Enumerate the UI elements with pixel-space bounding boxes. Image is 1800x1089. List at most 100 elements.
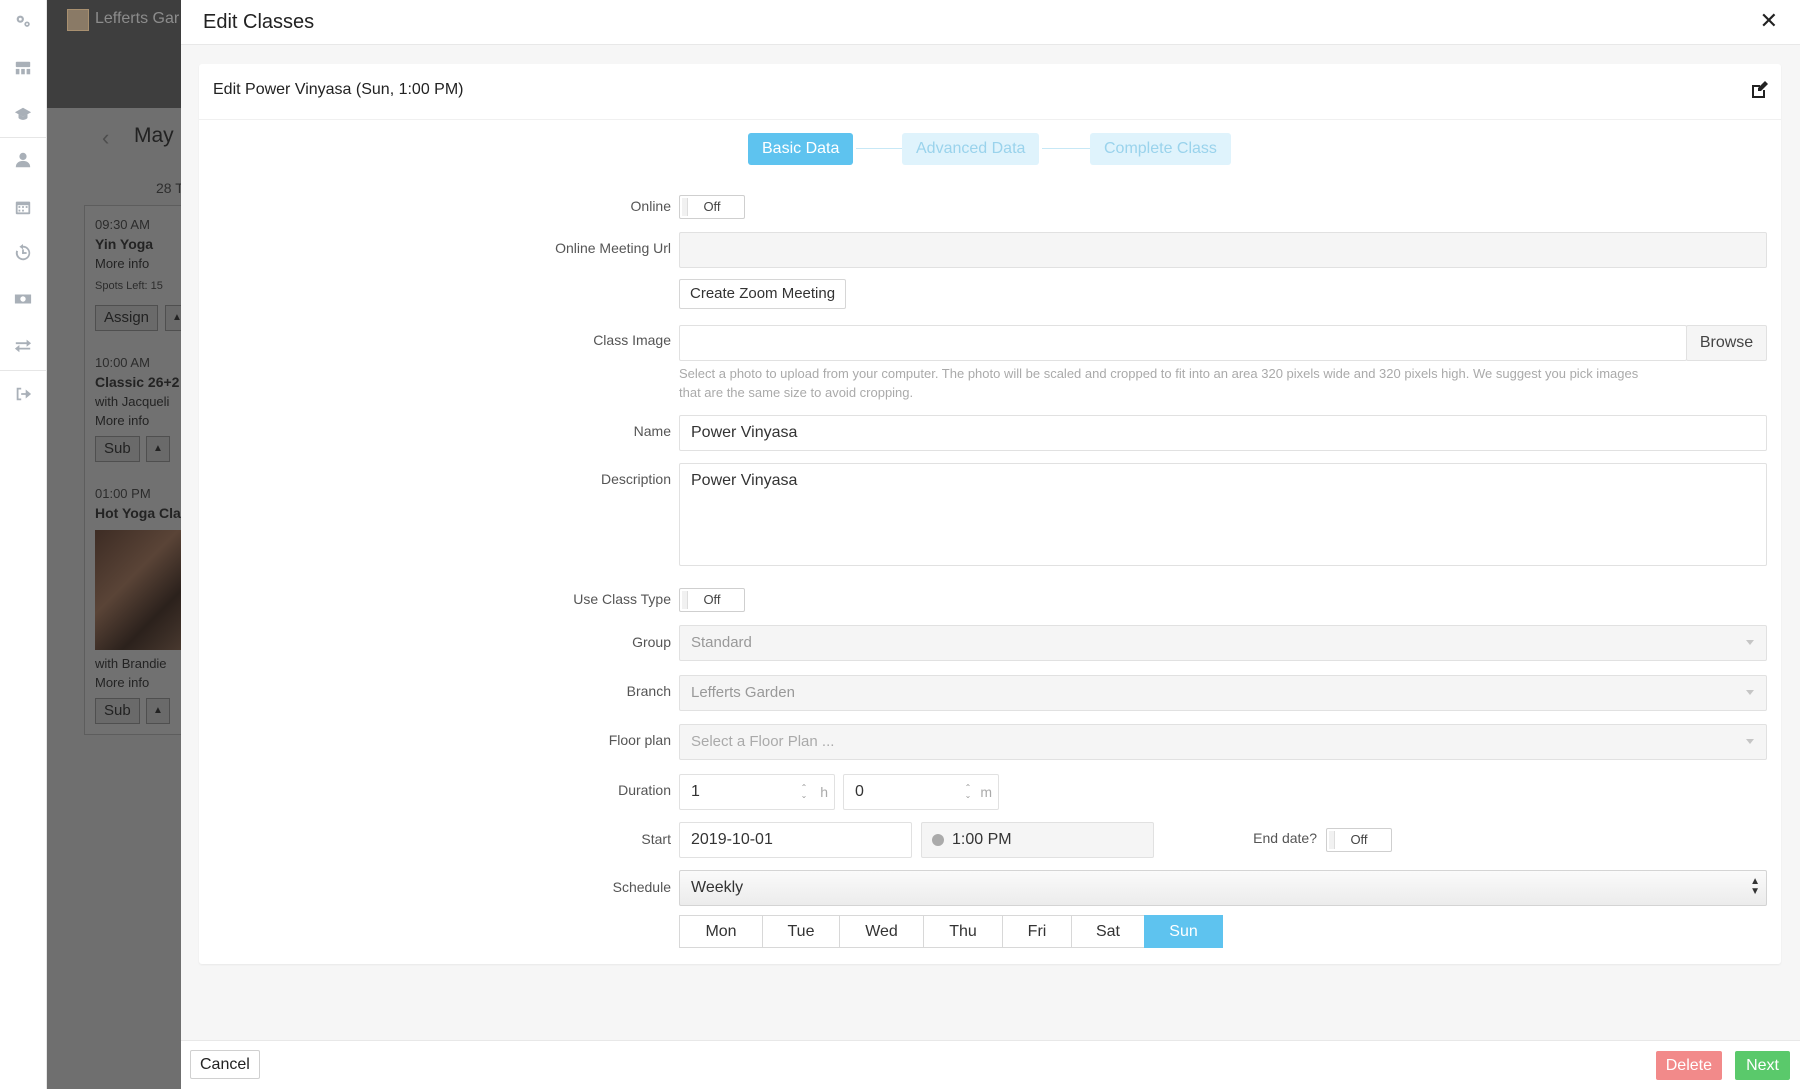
class-time: 09:30 AM	[95, 217, 150, 232]
sub-button: Sub	[95, 436, 140, 462]
delete-button[interactable]: Delete	[1655, 1051, 1722, 1080]
brand-name: Lefferts Gar	[95, 10, 180, 27]
money-icon[interactable]	[13, 289, 33, 309]
graduation-cap-icon[interactable]	[13, 104, 33, 124]
caret-up-icon: ▲	[146, 698, 170, 724]
schedule-select[interactable]: Weekly ▲ ▼	[679, 870, 1767, 906]
spinner-icon[interactable]: ⌃ ⌄	[964, 784, 972, 800]
chevron-left-icon: ‹	[102, 125, 110, 150]
name-input[interactable]: Power Vinyasa	[679, 415, 1767, 451]
month-title: May	[134, 124, 174, 147]
schedule-label: Schedule	[612, 879, 671, 895]
class-photo	[95, 530, 181, 650]
day-wed[interactable]: Wed	[839, 915, 924, 948]
day-sun[interactable]: Sun	[1144, 915, 1223, 948]
duration-minutes-input[interactable]: 0 ⌃ ⌄ m	[843, 774, 999, 810]
meeting-url-input[interactable]	[679, 232, 1767, 268]
group-select[interactable]: Standard	[679, 625, 1767, 661]
branch-select[interactable]: Lefferts Garden	[679, 675, 1767, 711]
floor-plan-placeholder: Select a Floor Plan ...	[691, 733, 835, 750]
spinner-icon[interactable]: ⌃ ⌄	[800, 784, 808, 800]
step-complete-class[interactable]: Complete Class	[1090, 133, 1231, 165]
edit-icon[interactable]	[1749, 80, 1769, 100]
online-label: Online	[630, 198, 671, 214]
edit-classes-modal: Edit Classes ✕ Edit Power Vinyasa (Sun, …	[181, 0, 1800, 1089]
create-zoom-meeting-button[interactable]: Create Zoom Meeting	[679, 279, 847, 309]
browse-button[interactable]: Browse	[1686, 325, 1767, 361]
assign-button: Assign	[95, 305, 159, 331]
day-fri[interactable]: Fri	[1002, 915, 1072, 948]
class-instructor: with Jacqueli	[95, 394, 170, 409]
history-icon[interactable]	[13, 243, 33, 263]
calendar-icon[interactable]	[13, 197, 33, 217]
day-header: 28 T	[156, 180, 181, 196]
brand-logo	[67, 9, 89, 31]
use-class-type-label: Use Class Type	[573, 591, 671, 607]
chevron-down-icon	[1746, 640, 1754, 645]
use-class-type-value: Off	[703, 592, 721, 607]
end-date-label: End date?	[1253, 830, 1317, 846]
transfer-icon[interactable]	[13, 335, 33, 355]
dashboard-icon[interactable]	[13, 58, 33, 78]
class-image-help: Select a photo to upload from your compu…	[679, 364, 1769, 402]
user-icon[interactable]	[13, 150, 33, 170]
floor-plan-select[interactable]: Select a Floor Plan ...	[679, 724, 1767, 760]
chevron-down-icon	[1746, 690, 1754, 695]
rail-divider	[0, 370, 47, 371]
step-advanced-data[interactable]: Advanced Data	[902, 133, 1040, 165]
modal-header: Edit Classes ✕	[181, 0, 1800, 45]
duration-hours-value: 1	[691, 783, 700, 800]
more-info-link: More info	[95, 256, 150, 271]
duration-label: Duration	[618, 782, 671, 798]
branch-label: Branch	[626, 683, 671, 699]
left-nav-rail	[0, 0, 47, 1089]
wizard-steps: Basic Data Advanced Data Complete Class	[199, 133, 1781, 165]
end-date-toggle-value: Off	[1350, 832, 1368, 847]
class-image-help-line-2: that are the same size to avoid cropping…	[679, 385, 914, 400]
end-date-toggle[interactable]: Off	[1326, 828, 1392, 852]
caret-up-icon: ▲	[146, 436, 170, 462]
class-name: Hot Yoga Cla	[95, 505, 181, 521]
clock-icon	[932, 834, 944, 846]
start-time-input[interactable]: 1:00 PM	[921, 822, 1154, 858]
day-sat[interactable]: Sat	[1071, 915, 1145, 948]
day-mon[interactable]: Mon	[679, 915, 763, 948]
group-label: Group	[632, 634, 671, 650]
step-connector	[856, 148, 902, 149]
use-class-type-toggle[interactable]: Off	[679, 588, 745, 612]
step-basic-data[interactable]: Basic Data	[748, 133, 854, 165]
online-toggle[interactable]: Off	[679, 195, 745, 219]
hours-unit: h	[820, 784, 828, 800]
description-label: Description	[600, 471, 671, 487]
schedule-selected-value: Weekly	[691, 879, 744, 896]
duration-minutes-value: 0	[855, 783, 864, 800]
class-name: Yin Yoga	[95, 236, 154, 252]
step-connector	[1042, 148, 1090, 149]
more-info-link: More info	[95, 413, 150, 428]
start-label: Start	[641, 831, 671, 847]
chevron-down-icon	[1746, 739, 1754, 744]
rail-divider	[0, 137, 47, 138]
description-textarea[interactable]: Power Vinyasa	[679, 463, 1767, 566]
modal-footer: Cancel Delete Next	[181, 1040, 1800, 1089]
cancel-button[interactable]: Cancel	[190, 1050, 260, 1079]
card-header: Edit Power Vinyasa (Sun, 1:00 PM)	[199, 64, 1781, 120]
spots-left: Spots Left: 15	[95, 280, 163, 292]
day-thu[interactable]: Thu	[923, 915, 1003, 948]
close-icon[interactable]: ✕	[1760, 10, 1778, 32]
next-button[interactable]: Next	[1735, 1051, 1790, 1080]
meeting-url-label: Online Meeting Url	[555, 240, 671, 256]
select-arrows-icon: ▲ ▼	[1750, 876, 1760, 897]
class-instructor: with Brandie	[95, 656, 167, 671]
group-selected-value: Standard	[691, 634, 752, 651]
class-image-file-input[interactable]	[679, 325, 1687, 361]
minutes-unit: m	[980, 784, 992, 800]
card-title: Edit Power Vinyasa (Sun, 1:00 PM)	[213, 81, 464, 98]
duration-hours-input[interactable]: 1 ⌃ ⌄ h	[679, 774, 835, 810]
weekday-selector: Mon Tue Wed Thu Fri Sat Sun	[679, 915, 1223, 948]
sign-out-icon[interactable]	[13, 384, 33, 404]
name-label: Name	[633, 423, 671, 439]
start-date-input[interactable]: 2019-10-01	[679, 822, 912, 858]
gears-icon[interactable]	[13, 11, 33, 31]
day-tue[interactable]: Tue	[762, 915, 840, 948]
